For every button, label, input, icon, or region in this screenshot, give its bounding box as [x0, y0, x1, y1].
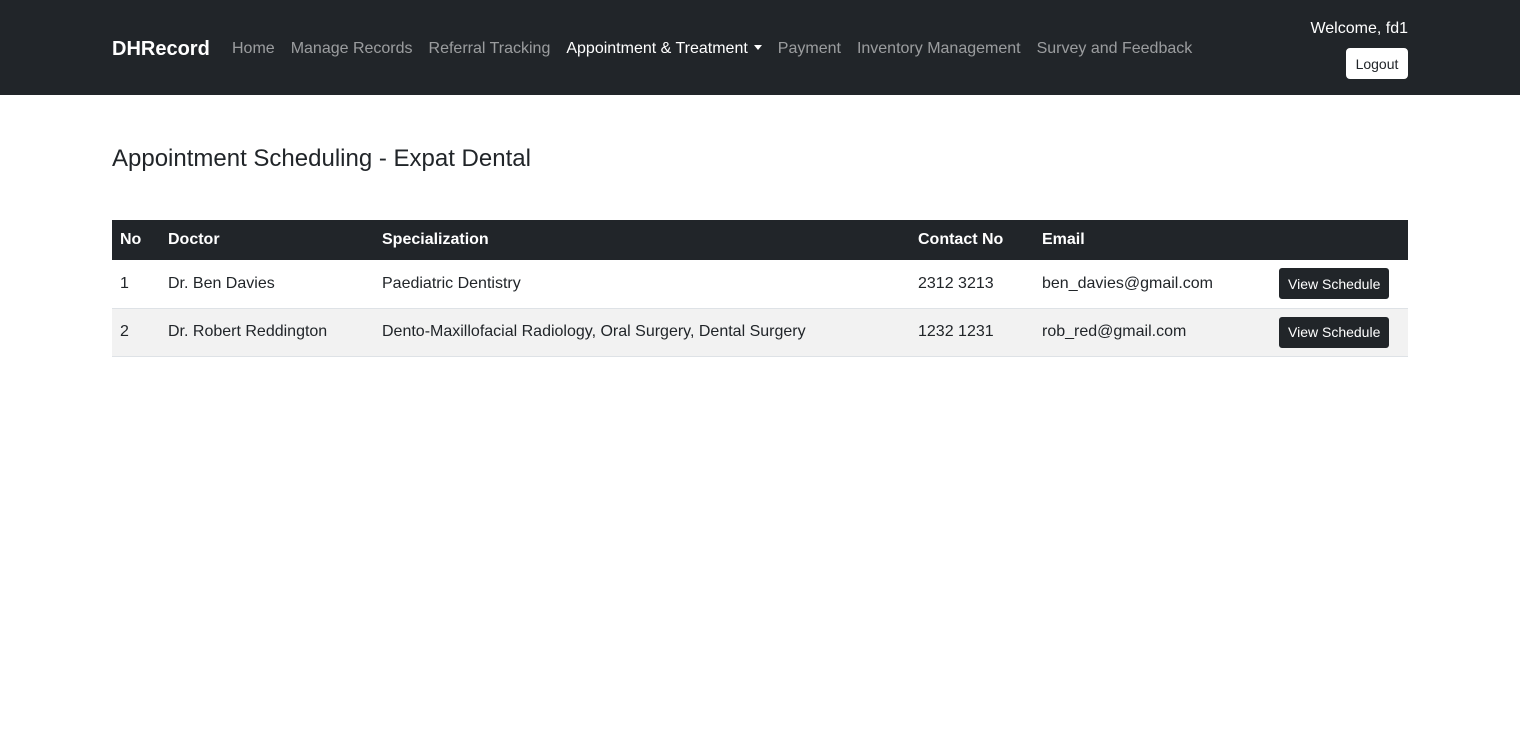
nav-dropdown-appointment-treatment[interactable]: Appointment & Treatment [566, 38, 762, 60]
nav-dropdown-label: Appointment & Treatment [566, 40, 748, 57]
nav-link-inventory-management[interactable]: Inventory Management [857, 38, 1021, 60]
header-doctor: Doctor [160, 220, 374, 260]
brand-logo[interactable]: DHRecord [112, 36, 210, 62]
nav-link-payment[interactable]: Payment [778, 38, 841, 60]
nav-link-home[interactable]: Home [232, 38, 275, 60]
page-title: Appointment Scheduling - Expat Dental [112, 145, 531, 172]
logout-button[interactable]: Logout [1346, 48, 1408, 79]
nav-link-manage-records[interactable]: Manage Records [291, 38, 413, 60]
welcome-text: Welcome, fd1 [1310, 20, 1408, 37]
nav-menu: Home Manage Records Referral Tracking Ap… [232, 38, 1208, 60]
table-row: 2 Dr. Robert Reddington Dento-Maxillofac… [112, 308, 1408, 357]
cell-specialization: Dento-Maxillofacial Radiology, Oral Surg… [374, 308, 910, 357]
cell-doctor: Dr. Ben Davies [160, 260, 374, 309]
header-email: Email [1034, 220, 1271, 260]
cell-action: View Schedule [1271, 260, 1408, 309]
table-header-row: No Doctor Specialization Contact No Emai… [112, 220, 1408, 260]
doctors-table: No Doctor Specialization Contact No Emai… [112, 220, 1408, 357]
cell-contact-no: 1232 1231 [910, 308, 1034, 357]
cell-doctor: Dr. Robert Reddington [160, 308, 374, 357]
nav-link-survey-feedback[interactable]: Survey and Feedback [1037, 38, 1193, 60]
table-row: 1 Dr. Ben Davies Paediatric Dentistry 23… [112, 260, 1408, 309]
cell-email: rob_red@gmail.com [1034, 308, 1271, 357]
cell-email: ben_davies@gmail.com [1034, 260, 1271, 309]
view-schedule-button[interactable]: View Schedule [1279, 268, 1390, 300]
cell-no: 2 [112, 308, 160, 357]
nav-link-referral-tracking[interactable]: Referral Tracking [429, 38, 551, 60]
caret-down-icon [753, 44, 762, 50]
header-action [1271, 220, 1408, 260]
cell-no: 1 [112, 260, 160, 309]
header-no: No [112, 220, 160, 260]
cell-action: View Schedule [1271, 308, 1408, 357]
header-specialization: Specialization [374, 220, 910, 260]
cell-specialization: Paediatric Dentistry [374, 260, 910, 309]
cell-contact-no: 2312 3213 [910, 260, 1034, 309]
header-contact-no: Contact No [910, 220, 1034, 260]
top-navbar: DHRecord Home Manage Records Referral Tr… [0, 0, 1520, 95]
view-schedule-button[interactable]: View Schedule [1279, 316, 1390, 348]
